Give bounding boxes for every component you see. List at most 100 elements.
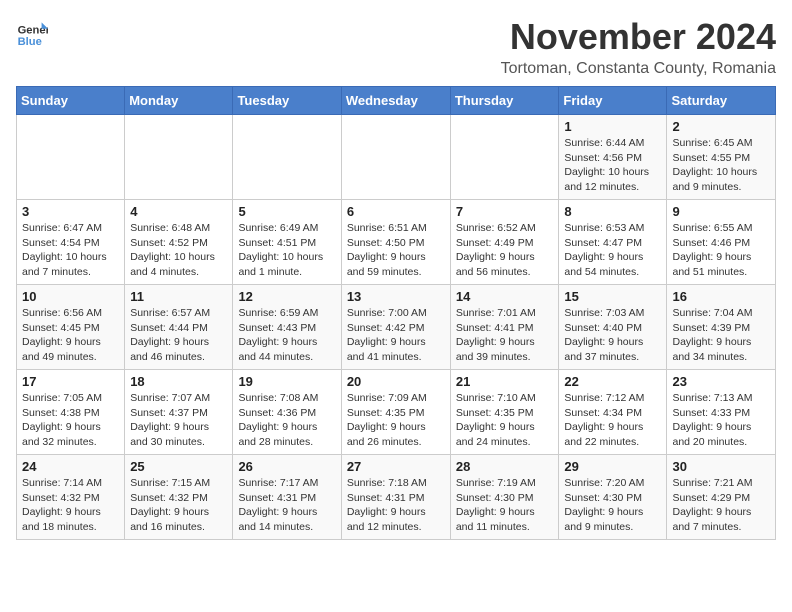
day-info: Sunrise: 7:07 AMSunset: 4:37 PMDaylight:…: [130, 391, 227, 450]
day-cell: 5 Sunrise: 6:49 AMSunset: 4:51 PMDaylight…: [233, 200, 341, 285]
day-number: 9: [672, 204, 770, 219]
day-number: 17: [22, 374, 119, 389]
week-row-2: 3 Sunrise: 6:47 AMSunset: 4:54 PMDaylight…: [17, 200, 776, 285]
day-info: Sunrise: 7:10 AMSunset: 4:35 PMDaylight:…: [456, 391, 554, 450]
day-info: Sunrise: 7:19 AMSunset: 4:30 PMDaylight:…: [456, 476, 554, 535]
week-row-5: 24 Sunrise: 7:14 AMSunset: 4:32 PMDayligh…: [17, 455, 776, 540]
day-number: 6: [347, 204, 445, 219]
week-row-3: 10 Sunrise: 6:56 AMSunset: 4:45 PMDayligh…: [17, 285, 776, 370]
day-cell: 24 Sunrise: 7:14 AMSunset: 4:32 PMDayligh…: [17, 455, 125, 540]
day-info: Sunrise: 7:18 AMSunset: 4:31 PMDaylight:…: [347, 476, 445, 535]
logo-icon: General Blue: [16, 16, 48, 48]
day-info: Sunrise: 7:08 AMSunset: 4:36 PMDaylight:…: [238, 391, 335, 450]
day-cell: 25 Sunrise: 7:15 AMSunset: 4:32 PMDayligh…: [125, 455, 233, 540]
day-number: 14: [456, 289, 554, 304]
day-number: 27: [347, 459, 445, 474]
day-number: 20: [347, 374, 445, 389]
day-cell: 13Sunrise: 7:00 AMSunset: 4:42 PMDayligh…: [341, 285, 450, 370]
day-number: 18: [130, 374, 227, 389]
day-info: Sunrise: 6:49 AMSunset: 4:51 PMDaylight:…: [238, 221, 335, 280]
day-number: 8: [564, 204, 661, 219]
day-cell: 18 Sunrise: 7:07 AMSunset: 4:37 PMDayligh…: [125, 370, 233, 455]
day-number: 12: [238, 289, 335, 304]
day-info: Sunrise: 6:45 AMSunset: 4:55 PMDaylight:…: [672, 136, 770, 195]
day-cell: [341, 115, 450, 200]
day-cell: 7Sunrise: 6:52 AMSunset: 4:49 PMDaylight…: [450, 200, 559, 285]
day-info: Sunrise: 6:59 AMSunset: 4:43 PMDaylight:…: [238, 306, 335, 365]
day-number: 24: [22, 459, 119, 474]
day-info: Sunrise: 7:20 AMSunset: 4:30 PMDaylight:…: [564, 476, 661, 535]
day-cell: 23 Sunrise: 7:13 AMSunset: 4:33 PMDayligh…: [667, 370, 776, 455]
day-cell: 4 Sunrise: 6:48 AMSunset: 4:52 PMDaylight…: [125, 200, 233, 285]
day-number: 16: [672, 289, 770, 304]
day-cell: 12 Sunrise: 6:59 AMSunset: 4:43 PMDayligh…: [233, 285, 341, 370]
title-block: November 2024 Tortoman, Constanta County…: [501, 16, 776, 78]
week-row-1: 1Sunrise: 6:44 AMSunset: 4:56 PMDaylight…: [17, 115, 776, 200]
header-cell-tuesday: Tuesday: [233, 87, 341, 115]
header-row: SundayMondayTuesdayWednesdayThursdayFrid…: [17, 87, 776, 115]
header-cell-saturday: Saturday: [667, 87, 776, 115]
calendar-subtitle: Tortoman, Constanta County, Romania: [501, 60, 776, 78]
day-cell: 6 Sunrise: 6:51 AMSunset: 4:50 PMDaylight…: [341, 200, 450, 285]
day-number: 15: [564, 289, 661, 304]
day-number: 25: [130, 459, 227, 474]
day-info: Sunrise: 7:15 AMSunset: 4:32 PMDaylight:…: [130, 476, 227, 535]
day-cell: 29 Sunrise: 7:20 AMSunset: 4:30 PMDayligh…: [559, 455, 667, 540]
header-cell-friday: Friday: [559, 87, 667, 115]
day-number: 21: [456, 374, 554, 389]
day-number: 23: [672, 374, 770, 389]
calendar-table: SundayMondayTuesdayWednesdayThursdayFrid…: [16, 86, 776, 540]
day-info: Sunrise: 6:57 AMSunset: 4:44 PMDaylight:…: [130, 306, 227, 365]
day-number: 13: [347, 289, 445, 304]
day-cell: 11 Sunrise: 6:57 AMSunset: 4:44 PMDayligh…: [125, 285, 233, 370]
day-cell: 8Sunrise: 6:53 AMSunset: 4:47 PMDaylight…: [559, 200, 667, 285]
day-number: 10: [22, 289, 119, 304]
header-cell-wednesday: Wednesday: [341, 87, 450, 115]
day-info: Sunrise: 6:56 AMSunset: 4:45 PMDaylight:…: [22, 306, 119, 365]
day-cell: 28 Sunrise: 7:19 AMSunset: 4:30 PMDayligh…: [450, 455, 559, 540]
day-info: Sunrise: 7:03 AMSunset: 4:40 PMDaylight:…: [564, 306, 661, 365]
day-number: 29: [564, 459, 661, 474]
day-cell: [233, 115, 341, 200]
day-number: 30: [672, 459, 770, 474]
day-number: 22: [564, 374, 661, 389]
day-cell: 10 Sunrise: 6:56 AMSunset: 4:45 PMDayligh…: [17, 285, 125, 370]
day-info: Sunrise: 7:13 AMSunset: 4:33 PMDaylight:…: [672, 391, 770, 450]
day-info: Sunrise: 6:48 AMSunset: 4:52 PMDaylight:…: [130, 221, 227, 280]
day-cell: 9Sunrise: 6:55 AMSunset: 4:46 PMDaylight…: [667, 200, 776, 285]
day-number: 3: [22, 204, 119, 219]
day-info: Sunrise: 6:51 AMSunset: 4:50 PMDaylight:…: [347, 221, 445, 280]
day-cell: 2 Sunrise: 6:45 AMSunset: 4:55 PMDaylight…: [667, 115, 776, 200]
day-number: 7: [456, 204, 554, 219]
week-row-4: 17 Sunrise: 7:05 AMSunset: 4:38 PMDayligh…: [17, 370, 776, 455]
day-info: Sunrise: 7:21 AMSunset: 4:29 PMDaylight:…: [672, 476, 770, 535]
logo: General Blue: [16, 16, 48, 48]
calendar-title: November 2024: [501, 16, 776, 58]
day-number: 5: [238, 204, 335, 219]
day-cell: [125, 115, 233, 200]
day-number: 2: [672, 119, 770, 134]
day-info: Sunrise: 7:09 AMSunset: 4:35 PMDaylight:…: [347, 391, 445, 450]
day-cell: 26Sunrise: 7:17 AMSunset: 4:31 PMDayligh…: [233, 455, 341, 540]
day-cell: 3 Sunrise: 6:47 AMSunset: 4:54 PMDaylight…: [17, 200, 125, 285]
day-cell: 14 Sunrise: 7:01 AMSunset: 4:41 PMDayligh…: [450, 285, 559, 370]
day-cell: 30 Sunrise: 7:21 AMSunset: 4:29 PMDayligh…: [667, 455, 776, 540]
day-cell: 22Sunrise: 7:12 AMSunset: 4:34 PMDayligh…: [559, 370, 667, 455]
day-info: Sunrise: 7:01 AMSunset: 4:41 PMDaylight:…: [456, 306, 554, 365]
day-cell: 16Sunrise: 7:04 AMSunset: 4:39 PMDayligh…: [667, 285, 776, 370]
day-info: Sunrise: 7:14 AMSunset: 4:32 PMDaylight:…: [22, 476, 119, 535]
svg-text:Blue: Blue: [18, 36, 42, 48]
day-cell: 19Sunrise: 7:08 AMSunset: 4:36 PMDayligh…: [233, 370, 341, 455]
day-info: Sunrise: 7:05 AMSunset: 4:38 PMDaylight:…: [22, 391, 119, 450]
day-cell: [17, 115, 125, 200]
day-cell: 1Sunrise: 6:44 AMSunset: 4:56 PMDaylight…: [559, 115, 667, 200]
day-info: Sunrise: 6:47 AMSunset: 4:54 PMDaylight:…: [22, 221, 119, 280]
day-number: 4: [130, 204, 227, 219]
header-cell-sunday: Sunday: [17, 87, 125, 115]
day-cell: 27 Sunrise: 7:18 AMSunset: 4:31 PMDayligh…: [341, 455, 450, 540]
day-number: 28: [456, 459, 554, 474]
day-number: 26: [238, 459, 335, 474]
day-cell: 21 Sunrise: 7:10 AMSunset: 4:35 PMDayligh…: [450, 370, 559, 455]
day-number: 11: [130, 289, 227, 304]
header-cell-thursday: Thursday: [450, 87, 559, 115]
